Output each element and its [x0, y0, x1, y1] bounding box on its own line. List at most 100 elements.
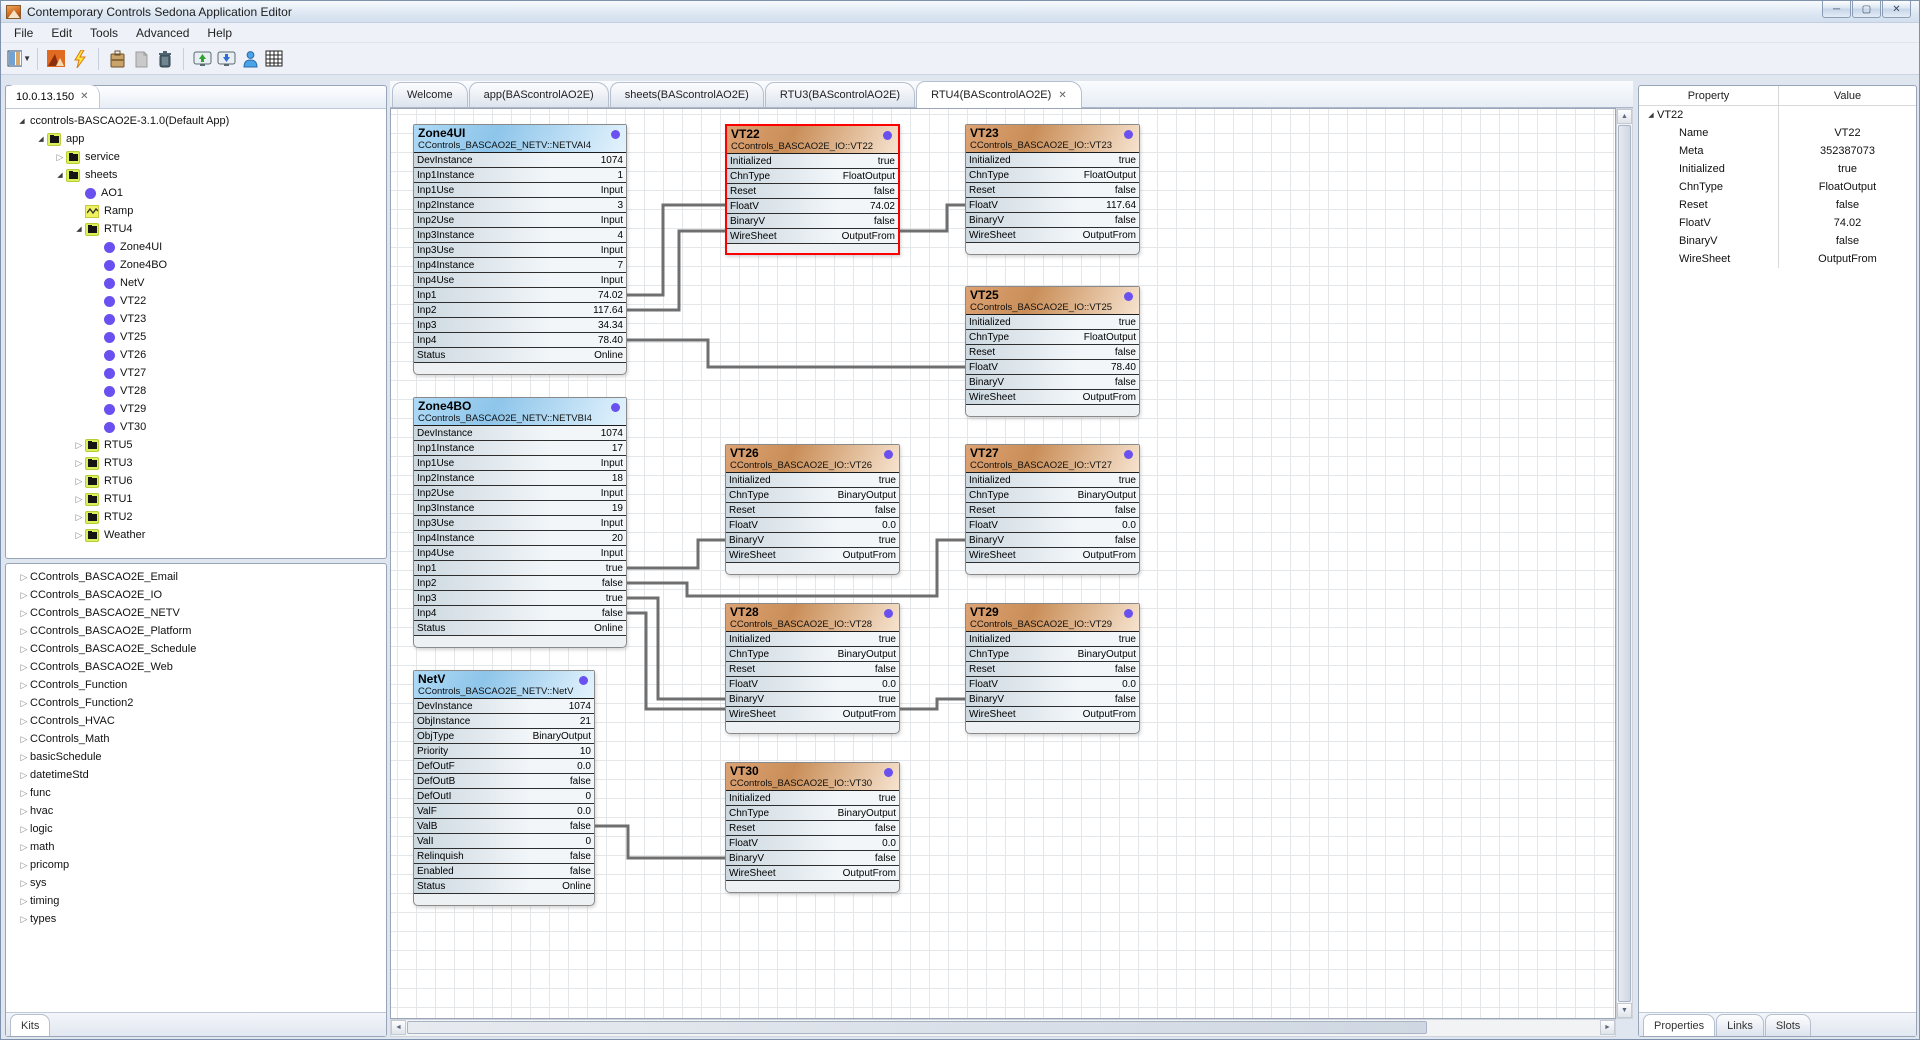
expander-icon[interactable]: ▷	[73, 458, 85, 469]
wire[interactable]	[627, 340, 965, 367]
menu-edit[interactable]: Edit	[42, 24, 81, 42]
expander-icon[interactable]: ▷	[18, 644, 30, 655]
tree-item-rtu5[interactable]: ▷RTU5	[8, 436, 384, 454]
tree-item-rtu2[interactable]: ▷RTU2	[8, 508, 384, 526]
tree-item-vt22[interactable]: VT22	[8, 292, 384, 310]
tree-item-rtu3[interactable]: ▷RTU3	[8, 454, 384, 472]
property-value-cell[interactable]: FloatOutput	[1778, 178, 1916, 196]
tree-item-sheets[interactable]: ◢sheets	[8, 166, 384, 184]
kit-item-pricomp[interactable]: ▷pricomp	[8, 856, 384, 874]
upload-monitor-icon[interactable]	[190, 47, 214, 71]
property-value-cell[interactable]: 74.02	[1778, 214, 1916, 232]
properties-tab-properties[interactable]: Properties	[1643, 1014, 1715, 1036]
expander-icon[interactable]: ▷	[73, 530, 85, 541]
wire[interactable]	[627, 205, 725, 295]
kits-tab[interactable]: Kits	[10, 1014, 50, 1036]
property-row-floatv[interactable]: FloatV74.02	[1639, 214, 1916, 232]
expander-icon[interactable]: ▷	[18, 860, 30, 871]
tree-item-zone4bo[interactable]: Zone4BO	[8, 256, 384, 274]
property-row-wiresheet[interactable]: WireSheetOutputFrom	[1639, 250, 1916, 268]
tree-item-rtu1[interactable]: ▷RTU1	[8, 490, 384, 508]
tree-item-vt30[interactable]: VT30	[8, 418, 384, 436]
property-row-name[interactable]: NameVT22	[1639, 124, 1916, 142]
property-value-cell[interactable]: true	[1778, 160, 1916, 178]
property-group-row[interactable]: ◢VT22	[1639, 106, 1916, 124]
kit-item-func[interactable]: ▷func	[8, 784, 384, 802]
block-vt29[interactable]: VT29CControls_BASCAO2E_IO::VT29Initializ…	[965, 603, 1140, 734]
kit-item-logic[interactable]: ▷logic	[8, 820, 384, 838]
kit-item-ccontrols-function[interactable]: ▷CControls_Function	[8, 676, 384, 694]
kit-item-math[interactable]: ▷math	[8, 838, 384, 856]
properties-tab-slots[interactable]: Slots	[1765, 1014, 1811, 1036]
kit-item-sys[interactable]: ▷sys	[8, 874, 384, 892]
download-monitor-icon[interactable]	[214, 47, 238, 71]
tree-item-weather[interactable]: ▷Weather	[8, 526, 384, 544]
block-zone4bo[interactable]: Zone4BOCControls_BASCAO2E_NETV::NETVBI4D…	[413, 397, 627, 648]
expander-icon[interactable]: ▷	[18, 590, 30, 601]
maximize-button[interactable]: ▢	[1852, 1, 1881, 18]
tree-item-netv[interactable]: NetV	[8, 274, 384, 292]
expander-icon[interactable]: ▷	[18, 896, 30, 907]
tab-close-icon[interactable]: ✕	[1058, 90, 1066, 101]
editor-tab-rtu3[interactable]: RTU3(BAScontrolAO2E)	[765, 82, 915, 107]
kit-item-timing[interactable]: ▷timing	[8, 892, 384, 910]
block-vt25[interactable]: VT25CControls_BASCAO2E_IO::VT25Initializ…	[965, 286, 1140, 417]
kit-item-ccontrols-bascao2e-platform[interactable]: ▷CControls_BASCAO2E_Platform	[8, 622, 384, 640]
minimize-button[interactable]: ─	[1822, 1, 1851, 18]
expander-icon[interactable]: ▷	[18, 914, 30, 925]
tree-item-vt26[interactable]: VT26	[8, 346, 384, 364]
kit-item-types[interactable]: ▷types	[8, 910, 384, 928]
sedona-logo-icon[interactable]	[44, 47, 68, 71]
block-vt23[interactable]: VT23CControls_BASCAO2E_IO::VT23Initializ…	[965, 124, 1140, 255]
property-value-cell[interactable]: false	[1778, 196, 1916, 214]
expander-icon[interactable]: ▷	[18, 734, 30, 745]
property-row-binaryv[interactable]: BinaryVfalse	[1639, 232, 1916, 250]
block-zone4ui[interactable]: Zone4UICControls_BASCAO2E_NETV::NETVAI4D…	[413, 124, 627, 375]
block-vt26[interactable]: VT26CControls_BASCAO2E_IO::VT26Initializ…	[725, 444, 900, 575]
editor-tab-sheets[interactable]: sheets(BAScontrolAO2E)	[610, 82, 764, 107]
editor-tab-rtu4[interactable]: RTU4(BAScontrolAO2E)✕	[916, 81, 1082, 108]
expander-icon[interactable]: ▷	[18, 572, 30, 583]
kit-item-basicschedule[interactable]: ▷basicSchedule	[8, 748, 384, 766]
menu-advanced[interactable]: Advanced	[127, 24, 198, 42]
expander-icon[interactable]: ▷	[18, 752, 30, 763]
wire[interactable]	[627, 540, 725, 568]
scroll-down-arrow-icon[interactable]: ▼	[1617, 1003, 1632, 1018]
kit-item-ccontrols-hvac[interactable]: ▷CControls_HVAC	[8, 712, 384, 730]
expander-icon[interactable]: ◢	[16, 117, 28, 125]
expander-icon[interactable]: ▷	[18, 878, 30, 889]
kit-item-ccontrols-bascao2e-io[interactable]: ▷CControls_BASCAO2E_IO	[8, 586, 384, 604]
tree-item-service[interactable]: ▷service	[8, 148, 384, 166]
wiresheet-canvas[interactable]: Zone4UICControls_BASCAO2E_NETV::NETVAI4D…	[390, 108, 1616, 1019]
property-row-chntype[interactable]: ChnTypeFloatOutput	[1639, 178, 1916, 196]
tree-item-rtu6[interactable]: ▷RTU6	[8, 472, 384, 490]
expander-icon[interactable]: ▷	[18, 770, 30, 781]
archive-icon[interactable]	[105, 47, 129, 71]
kit-item-datetimestd[interactable]: ▷datetimeStd	[8, 766, 384, 784]
scroll-right-arrow-icon[interactable]: ►	[1600, 1020, 1615, 1035]
tree-item-vt27[interactable]: VT27	[8, 364, 384, 382]
wire[interactable]	[595, 826, 725, 858]
expander-icon[interactable]: ▷	[18, 788, 30, 799]
expander-icon[interactable]: ◢	[35, 135, 47, 143]
tree-item-vt29[interactable]: VT29	[8, 400, 384, 418]
properties-tab-links[interactable]: Links	[1716, 1014, 1764, 1036]
horizontal-scroll-thumb[interactable]	[407, 1021, 1427, 1034]
block-vt22[interactable]: VT22CControls_BASCAO2E_IO::VT22Initializ…	[725, 124, 900, 255]
grid-table-icon[interactable]	[262, 47, 286, 71]
menu-tools[interactable]: Tools	[81, 24, 127, 42]
editor-tab-app[interactable]: app(BAScontrolAO2E)	[469, 82, 609, 107]
expander-icon[interactable]: ▷	[18, 824, 30, 835]
property-row-reset[interactable]: Resetfalse	[1639, 196, 1916, 214]
lightning-icon[interactable]	[68, 47, 92, 71]
expander-icon[interactable]: ◢	[1645, 111, 1657, 119]
tree-item-vt25[interactable]: VT25	[8, 328, 384, 346]
scroll-up-arrow-icon[interactable]: ▲	[1617, 109, 1632, 124]
expander-icon[interactable]: ◢	[54, 171, 66, 179]
expander-icon[interactable]: ▷	[73, 476, 85, 487]
view-layout-icon[interactable]: ▼	[7, 47, 31, 71]
expander-icon[interactable]: ▷	[73, 512, 85, 523]
kit-item-ccontrols-function2[interactable]: ▷CControls_Function2	[8, 694, 384, 712]
kit-item-hvac[interactable]: ▷hvac	[8, 802, 384, 820]
trash-icon[interactable]	[153, 47, 177, 71]
